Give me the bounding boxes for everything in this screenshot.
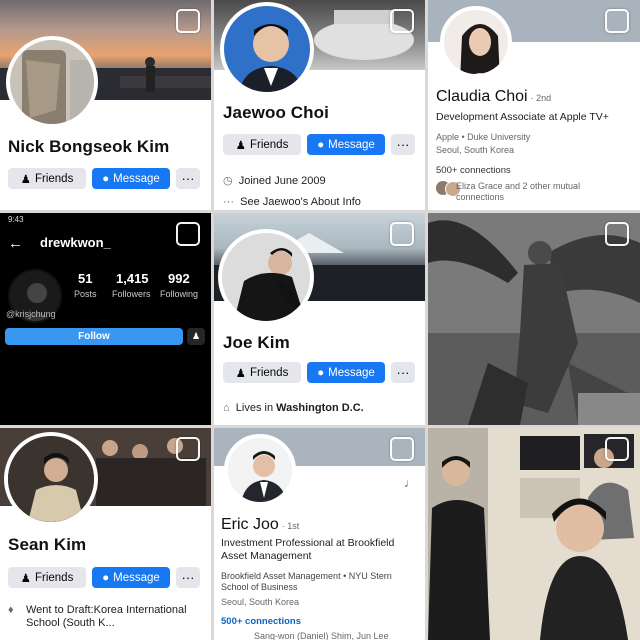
- messenger-icon: ●: [317, 366, 325, 379]
- friends-button[interactable]: ♟ Friends: [223, 362, 301, 383]
- stat-followers-value[interactable]: 1,415: [116, 271, 149, 286]
- stat-posts-value[interactable]: 51: [78, 271, 92, 286]
- handle[interactable]: @krisjchung: [6, 309, 56, 319]
- avatar[interactable]: [4, 432, 98, 526]
- profile-name: Sean Kim: [8, 535, 87, 554]
- education: Apple • Duke University: [436, 132, 531, 142]
- avatar[interactable]: [220, 2, 314, 96]
- message-button[interactable]: ● Message: [92, 168, 170, 189]
- select-checkbox[interactable]: [176, 9, 200, 33]
- stat-posts-label: Posts: [74, 289, 97, 299]
- back-arrow-icon[interactable]: ←: [8, 235, 23, 252]
- cell-jaewoo[interactable]: Jaewoo Choi ♟ Friends ● Message ··· ◷ Join…: [214, 0, 425, 210]
- status-time: 9:43: [8, 215, 24, 224]
- avatar[interactable]: [224, 434, 296, 506]
- more-button[interactable]: ···: [391, 134, 415, 155]
- cell-claudia[interactable]: Claudia Choi · 2nd Development Associate …: [428, 0, 640, 210]
- more-button[interactable]: ···: [176, 168, 200, 189]
- notification-bell-icon[interactable]: ♩: [404, 476, 416, 490]
- cell-sean[interactable]: Sean Kim ♟ Friends ● Message ··· ♦ Went to …: [0, 428, 211, 640]
- person-icon: ♟: [20, 173, 31, 186]
- friends-button[interactable]: ♟ Friends: [8, 567, 86, 588]
- avatar[interactable]: [440, 6, 512, 78]
- person-icon: ♟: [235, 139, 246, 152]
- cell-statue-photo[interactable]: [428, 213, 640, 425]
- friends-button[interactable]: ♟ Friends: [223, 134, 301, 155]
- select-checkbox[interactable]: [605, 222, 629, 246]
- avatar[interactable]: [6, 36, 98, 128]
- connection-degree: · 1st: [281, 521, 300, 531]
- profile-name: Eric Joo: [221, 516, 279, 533]
- headline: Investment Professional at Brookfield As…: [221, 537, 395, 562]
- headline: Development Associate at Apple TV+: [436, 111, 609, 123]
- select-checkbox[interactable]: [176, 437, 200, 461]
- profile-name-row: Eric Joo · 1st: [221, 516, 299, 534]
- friends-button[interactable]: ♟ Friends: [8, 168, 86, 189]
- stat-following-label: Following: [160, 289, 199, 299]
- select-checkbox[interactable]: [605, 9, 629, 33]
- connections-count[interactable]: 500+ connections: [221, 616, 301, 627]
- profile-grid: Nick Bongseok Kim ♟ Friends ● Message ··· …: [0, 0, 640, 640]
- profile-name: Claudia Choi: [436, 88, 528, 105]
- more-button[interactable]: ···: [391, 362, 415, 383]
- lives-in-info: ⌂ Lives in Washington D.C.: [223, 402, 364, 414]
- cell-drewkwon[interactable]: 9:43 ← drewkwon_ 51 Posts 1,415 Follower…: [0, 213, 211, 425]
- messenger-icon: ●: [317, 138, 325, 151]
- select-checkbox[interactable]: [390, 222, 414, 246]
- location: Seoul, South Korea: [221, 597, 300, 607]
- select-checkbox[interactable]: [605, 437, 629, 461]
- person-icon: ♟: [235, 367, 246, 380]
- cell-nick[interactable]: Nick Bongseok Kim ♟ Friends ● Message ···: [0, 0, 211, 210]
- education: Brookfield Asset Management • NYU Stern …: [221, 571, 392, 592]
- select-checkbox[interactable]: [390, 9, 414, 33]
- mutual-connections[interactable]: Sang-won (Daniel) Shim, Jun Lee: [254, 631, 389, 640]
- connection-degree: · 2nd: [530, 93, 552, 103]
- stat-followers-label: Followers: [112, 289, 151, 299]
- person-icon: ♟: [20, 572, 31, 585]
- suggested-accounts-icon[interactable]: ♟: [187, 328, 205, 345]
- see-about-link[interactable]: ··· See Jaewoo's About Info: [223, 196, 361, 208]
- messenger-icon: ●: [102, 172, 110, 185]
- more-button[interactable]: ···: [176, 567, 200, 588]
- profile-name: Jaewoo Choi: [223, 103, 329, 122]
- message-button[interactable]: ● Message: [307, 134, 385, 155]
- message-button[interactable]: ● Message: [307, 362, 385, 383]
- mutual-connections[interactable]: Eliza Grace and 2 other mutual connectio…: [456, 181, 596, 203]
- home-icon: ⌂: [223, 402, 230, 414]
- follow-button[interactable]: Follow: [5, 328, 183, 345]
- joined-info: ◷ Joined June 2009: [223, 175, 326, 187]
- profile-name-row: Claudia Choi · 2nd: [436, 88, 551, 106]
- education-info: ♦ Went to Draft:Korea International Schoo…: [8, 604, 187, 629]
- cell-eric[interactable]: ♩ Eric Joo · 1st Investment Professional …: [214, 428, 425, 640]
- more-icon: ···: [223, 196, 234, 208]
- stat-following-value[interactable]: 992: [168, 271, 190, 286]
- clock-icon: ◷: [223, 175, 233, 187]
- connections-count[interactable]: 500+ connections: [436, 165, 511, 176]
- message-button[interactable]: ● Message: [92, 567, 170, 588]
- username: drewkwon_: [40, 235, 111, 250]
- select-checkbox[interactable]: [390, 437, 414, 461]
- profile-name: Joe Kim: [223, 333, 290, 352]
- profile-name: Nick Bongseok Kim: [8, 137, 170, 156]
- cell-joe[interactable]: Joe Kim ♟ Friends ● Message ··· ⌂ Lives in…: [214, 213, 425, 425]
- avatar[interactable]: [218, 229, 314, 325]
- graduation-cap-icon: ♦: [8, 604, 14, 616]
- messenger-icon: ●: [102, 571, 110, 584]
- select-checkbox[interactable]: [176, 222, 200, 246]
- location: Seoul, South Korea: [436, 145, 515, 155]
- cell-selfie-photo[interactable]: [428, 428, 640, 640]
